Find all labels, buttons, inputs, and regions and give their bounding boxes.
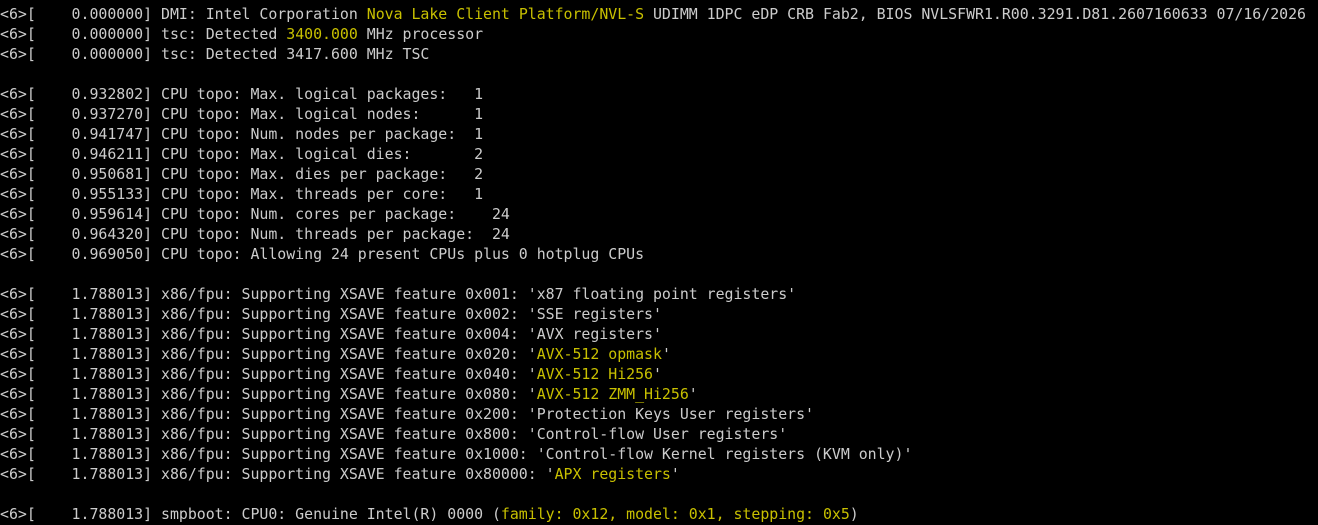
log-line: <6>[ 1.788013] x86/fpu: Supporting XSAVE… [0, 284, 1318, 304]
log-text: <6>[ 0.964320] CPU topo: Num. threads pe… [0, 225, 510, 243]
log-text: <6>[ 1.788013] x86/fpu: Supporting XSAVE… [0, 345, 537, 363]
log-text: <6>[ 0.932802] CPU topo: Max. logical pa… [0, 85, 484, 103]
log-line: <6>[ 1.788013] x86/fpu: Supporting XSAVE… [0, 404, 1318, 424]
highlighted-text: APX registers [554, 465, 671, 483]
log-line: <6>[ 1.788013] smpboot: CPU0: Genuine In… [0, 504, 1318, 524]
log-text: ' [670, 465, 680, 483]
log-text: ' [661, 345, 671, 363]
log-text: <6>[ 0.959614] CPU topo: Num. cores per … [0, 205, 510, 223]
log-line: <6>[ 1.788013] x86/fpu: Supporting XSAVE… [0, 464, 1318, 484]
log-line: <6>[ 0.946211] CPU topo: Max. logical di… [0, 144, 1318, 164]
log-line: <6>[ 1.788013] x86/fpu: Supporting XSAVE… [0, 384, 1318, 404]
log-line: <6>[ 0.950681] CPU topo: Max. dies per p… [0, 164, 1318, 184]
log-line: <6>[ 0.941747] CPU topo: Num. nodes per … [0, 124, 1318, 144]
log-line: <6>[ 1.788013] x86/fpu: Supporting XSAVE… [0, 344, 1318, 364]
log-text: <6>[ 0.955133] CPU topo: Max. threads pe… [0, 185, 484, 203]
log-line: <6>[ 0.000000] tsc: Detected 3417.600 MH… [0, 44, 1318, 64]
log-line: <6>[ 1.788013] x86/fpu: Supporting XSAVE… [0, 444, 1318, 464]
log-text: <6>[ 0.937270] CPU topo: Max. logical no… [0, 105, 484, 123]
log-text: <6>[ 0.941747] CPU topo: Num. nodes per … [0, 125, 484, 143]
log-text: <6>[ 1.788013] x86/fpu: Supporting XSAVE… [0, 385, 537, 403]
log-text: <6>[ 0.000000] tsc: Detected [0, 25, 287, 43]
log-text: <6>[ 1.788013] x86/fpu: Supporting XSAVE… [0, 285, 797, 303]
terminal-output[interactable]: <6>[ 0.000000] DMI: Intel Corporation No… [0, 0, 1318, 525]
log-text: <6>[ 1.788013] smpboot: CPU0: Genuine In… [0, 505, 501, 523]
log-text: <6>[ 0.969050] CPU topo: Allowing 24 pre… [0, 245, 645, 263]
log-text: <6>[ 0.950681] CPU topo: Max. dies per p… [0, 165, 484, 183]
log-text: <6>[ 1.788013] x86/fpu: Supporting XSAVE… [0, 465, 555, 483]
log-text: <6>[ 0.000000] DMI: Intel Corporation [0, 5, 367, 23]
log-line: <6>[ 0.000000] DMI: Intel Corporation No… [0, 4, 1318, 24]
log-text: ) [849, 505, 859, 523]
log-text: UDIMM 1DPC eDP CRB Fab2, BIOS NVLSFWR1.R… [644, 5, 1306, 23]
log-text: ' [653, 365, 662, 383]
highlighted-text: AVX-512 Hi256 [536, 365, 653, 383]
log-line: <6>[ 0.964320] CPU topo: Num. threads pe… [0, 224, 1318, 244]
log-line: <6>[ 0.955133] CPU topo: Max. threads pe… [0, 184, 1318, 204]
log-text: ' [688, 385, 698, 403]
highlighted-text: family: 0x12, model: 0x1, stepping: 0x5 [500, 505, 850, 523]
log-line: <6>[ 0.000000] tsc: Detected 3400.000 MH… [0, 24, 1318, 44]
log-line: <6>[ 1.788013] x86/fpu: Supporting XSAVE… [0, 364, 1318, 384]
log-line: <6>[ 1.788013] x86/fpu: Supporting XSAVE… [0, 424, 1318, 444]
log-text: <6>[ 1.788013] x86/fpu: Supporting XSAVE… [0, 425, 788, 443]
log-text: <6>[ 0.000000] tsc: Detected 3417.600 MH… [0, 45, 430, 63]
log-text: MHz processor [357, 25, 484, 43]
log-text: <6>[ 1.788013] x86/fpu: Supporting XSAVE… [0, 325, 662, 343]
highlighted-text: AVX-512 opmask [536, 345, 662, 363]
highlighted-text: Nova Lake Client Platform/NVL-S [366, 5, 645, 23]
log-text: <6>[ 1.788013] x86/fpu: Supporting XSAVE… [0, 365, 537, 383]
log-text: <6>[ 1.788013] x86/fpu: Supporting XSAVE… [0, 405, 814, 423]
highlighted-text: AVX-512 ZMM_Hi256 [536, 385, 689, 403]
log-line: <6>[ 0.932802] CPU topo: Max. logical pa… [0, 84, 1318, 104]
log-line: <6>[ 1.788013] x86/fpu: Supporting XSAVE… [0, 324, 1318, 344]
log-line: <6>[ 0.959614] CPU topo: Num. cores per … [0, 204, 1318, 224]
log-text: <6>[ 1.788013] x86/fpu: Supporting XSAVE… [0, 445, 913, 463]
log-line: <6>[ 0.969050] CPU topo: Allowing 24 pre… [0, 244, 1318, 264]
log-line: <6>[ 0.937270] CPU topo: Max. logical no… [0, 104, 1318, 124]
log-text: <6>[ 0.946211] CPU topo: Max. logical di… [0, 145, 484, 163]
log-text: <6>[ 1.788013] x86/fpu: Supporting XSAVE… [0, 305, 662, 323]
log-line: <6>[ 1.788013] x86/fpu: Supporting XSAVE… [0, 304, 1318, 324]
highlighted-text: 3400.000 [286, 25, 358, 43]
